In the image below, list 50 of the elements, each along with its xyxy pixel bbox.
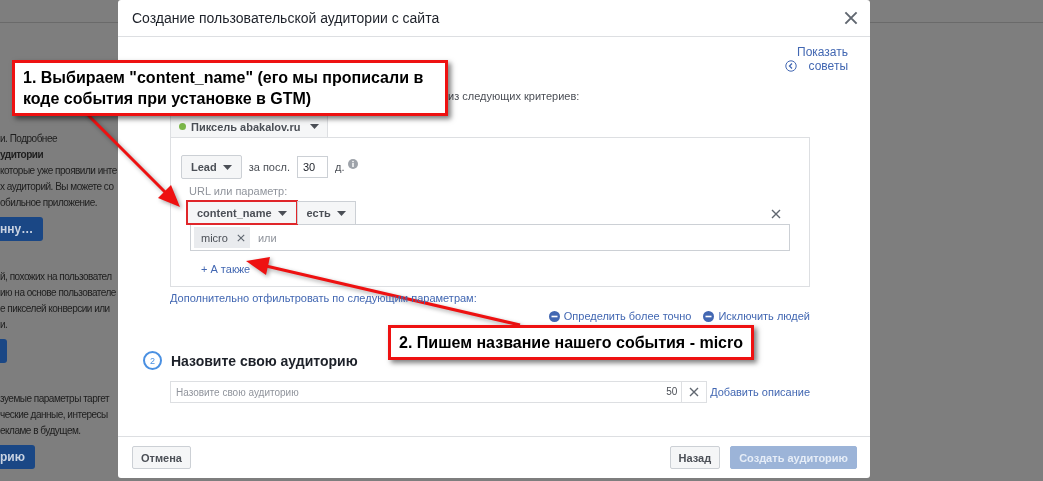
days-field[interactable]: 30: [296, 156, 328, 178]
add-description-link[interactable]: Добавить описание: [710, 386, 810, 398]
action-link[interactable]: Исключить людей: [703, 310, 810, 322]
circled-chevron-icon: [785, 60, 797, 72]
remove-tag-icon[interactable]: [236, 233, 245, 242]
x-icon: [689, 387, 700, 397]
caret-icon: [336, 210, 346, 216]
background-text: обильное приложение.: [0, 196, 97, 210]
background-text: зуемые параметры таргет: [0, 392, 109, 406]
background-text: ию на основе пользователе: [0, 286, 116, 300]
background-heading: удитории: [0, 148, 44, 162]
footer-button[interactable]: Назад: [669, 446, 721, 469]
action-link[interactable]: Определить более точно: [548, 310, 692, 322]
add-condition-link[interactable]: + А также: [201, 263, 251, 275]
close-icon[interactable]: [844, 11, 858, 25]
period-label: за посл.: [248, 161, 290, 173]
minus-circle-icon: [548, 310, 560, 322]
background-text: е пикселей конверсии или: [0, 302, 110, 316]
step-number: 2: [143, 351, 162, 370]
event-dropdown[interactable]: Lead: [181, 155, 242, 179]
tag-input-field[interactable]: micro или: [190, 224, 790, 251]
background-text: х аудиторий. Вы можете со: [0, 180, 114, 194]
footer-button[interactable]: Отмена: [132, 446, 191, 469]
days-unit: д.: [334, 161, 345, 173]
clear-button[interactable]: [682, 381, 708, 403]
parameter-dropdown[interactable]: content_name: [187, 201, 297, 224]
background-text: которые уже проявили инте: [0, 164, 117, 178]
remove-icon[interactable]: [771, 209, 781, 219]
section-heading: Назовите свою аудиторию: [171, 352, 358, 369]
dialog-title: Создание пользовательской аудитории с сайта: [132, 10, 440, 26]
background-text: и. Подробнее: [0, 132, 57, 146]
operator-dropdown[interactable]: есть: [296, 201, 356, 224]
caret-icon: [222, 164, 232, 170]
background-button[interactable]: рию: [0, 445, 35, 469]
caret-icon: [310, 124, 320, 129]
background-text: екламе в будущем.: [0, 424, 81, 438]
background-text: и.: [0, 318, 8, 332]
background-text: й, похожих на пользовател: [0, 270, 112, 284]
annotation-callout: 2. Пишем название нашего события - micro: [388, 325, 754, 360]
background-button[interactable]: нну…: [0, 217, 44, 241]
annotation-callout: 1. Выбираем "content_name" (его мы прописали в коде события при установке в GTM): [12, 60, 448, 116]
param-label: URL или параметр:: [189, 185, 289, 197]
value-tag: micro: [194, 227, 250, 248]
caret-icon: [277, 210, 287, 216]
criteria-text: из следующих критериев:: [448, 90, 580, 102]
show-tips-link[interactable]: Показать советы: [785, 45, 848, 73]
pixel-dropdown[interactable]: Пиксель abakalov.ru: [170, 115, 329, 137]
background-text: ческие данные, интересы: [0, 408, 108, 422]
character-counter: 50: [666, 386, 678, 397]
minus-circle-icon: [703, 310, 715, 322]
